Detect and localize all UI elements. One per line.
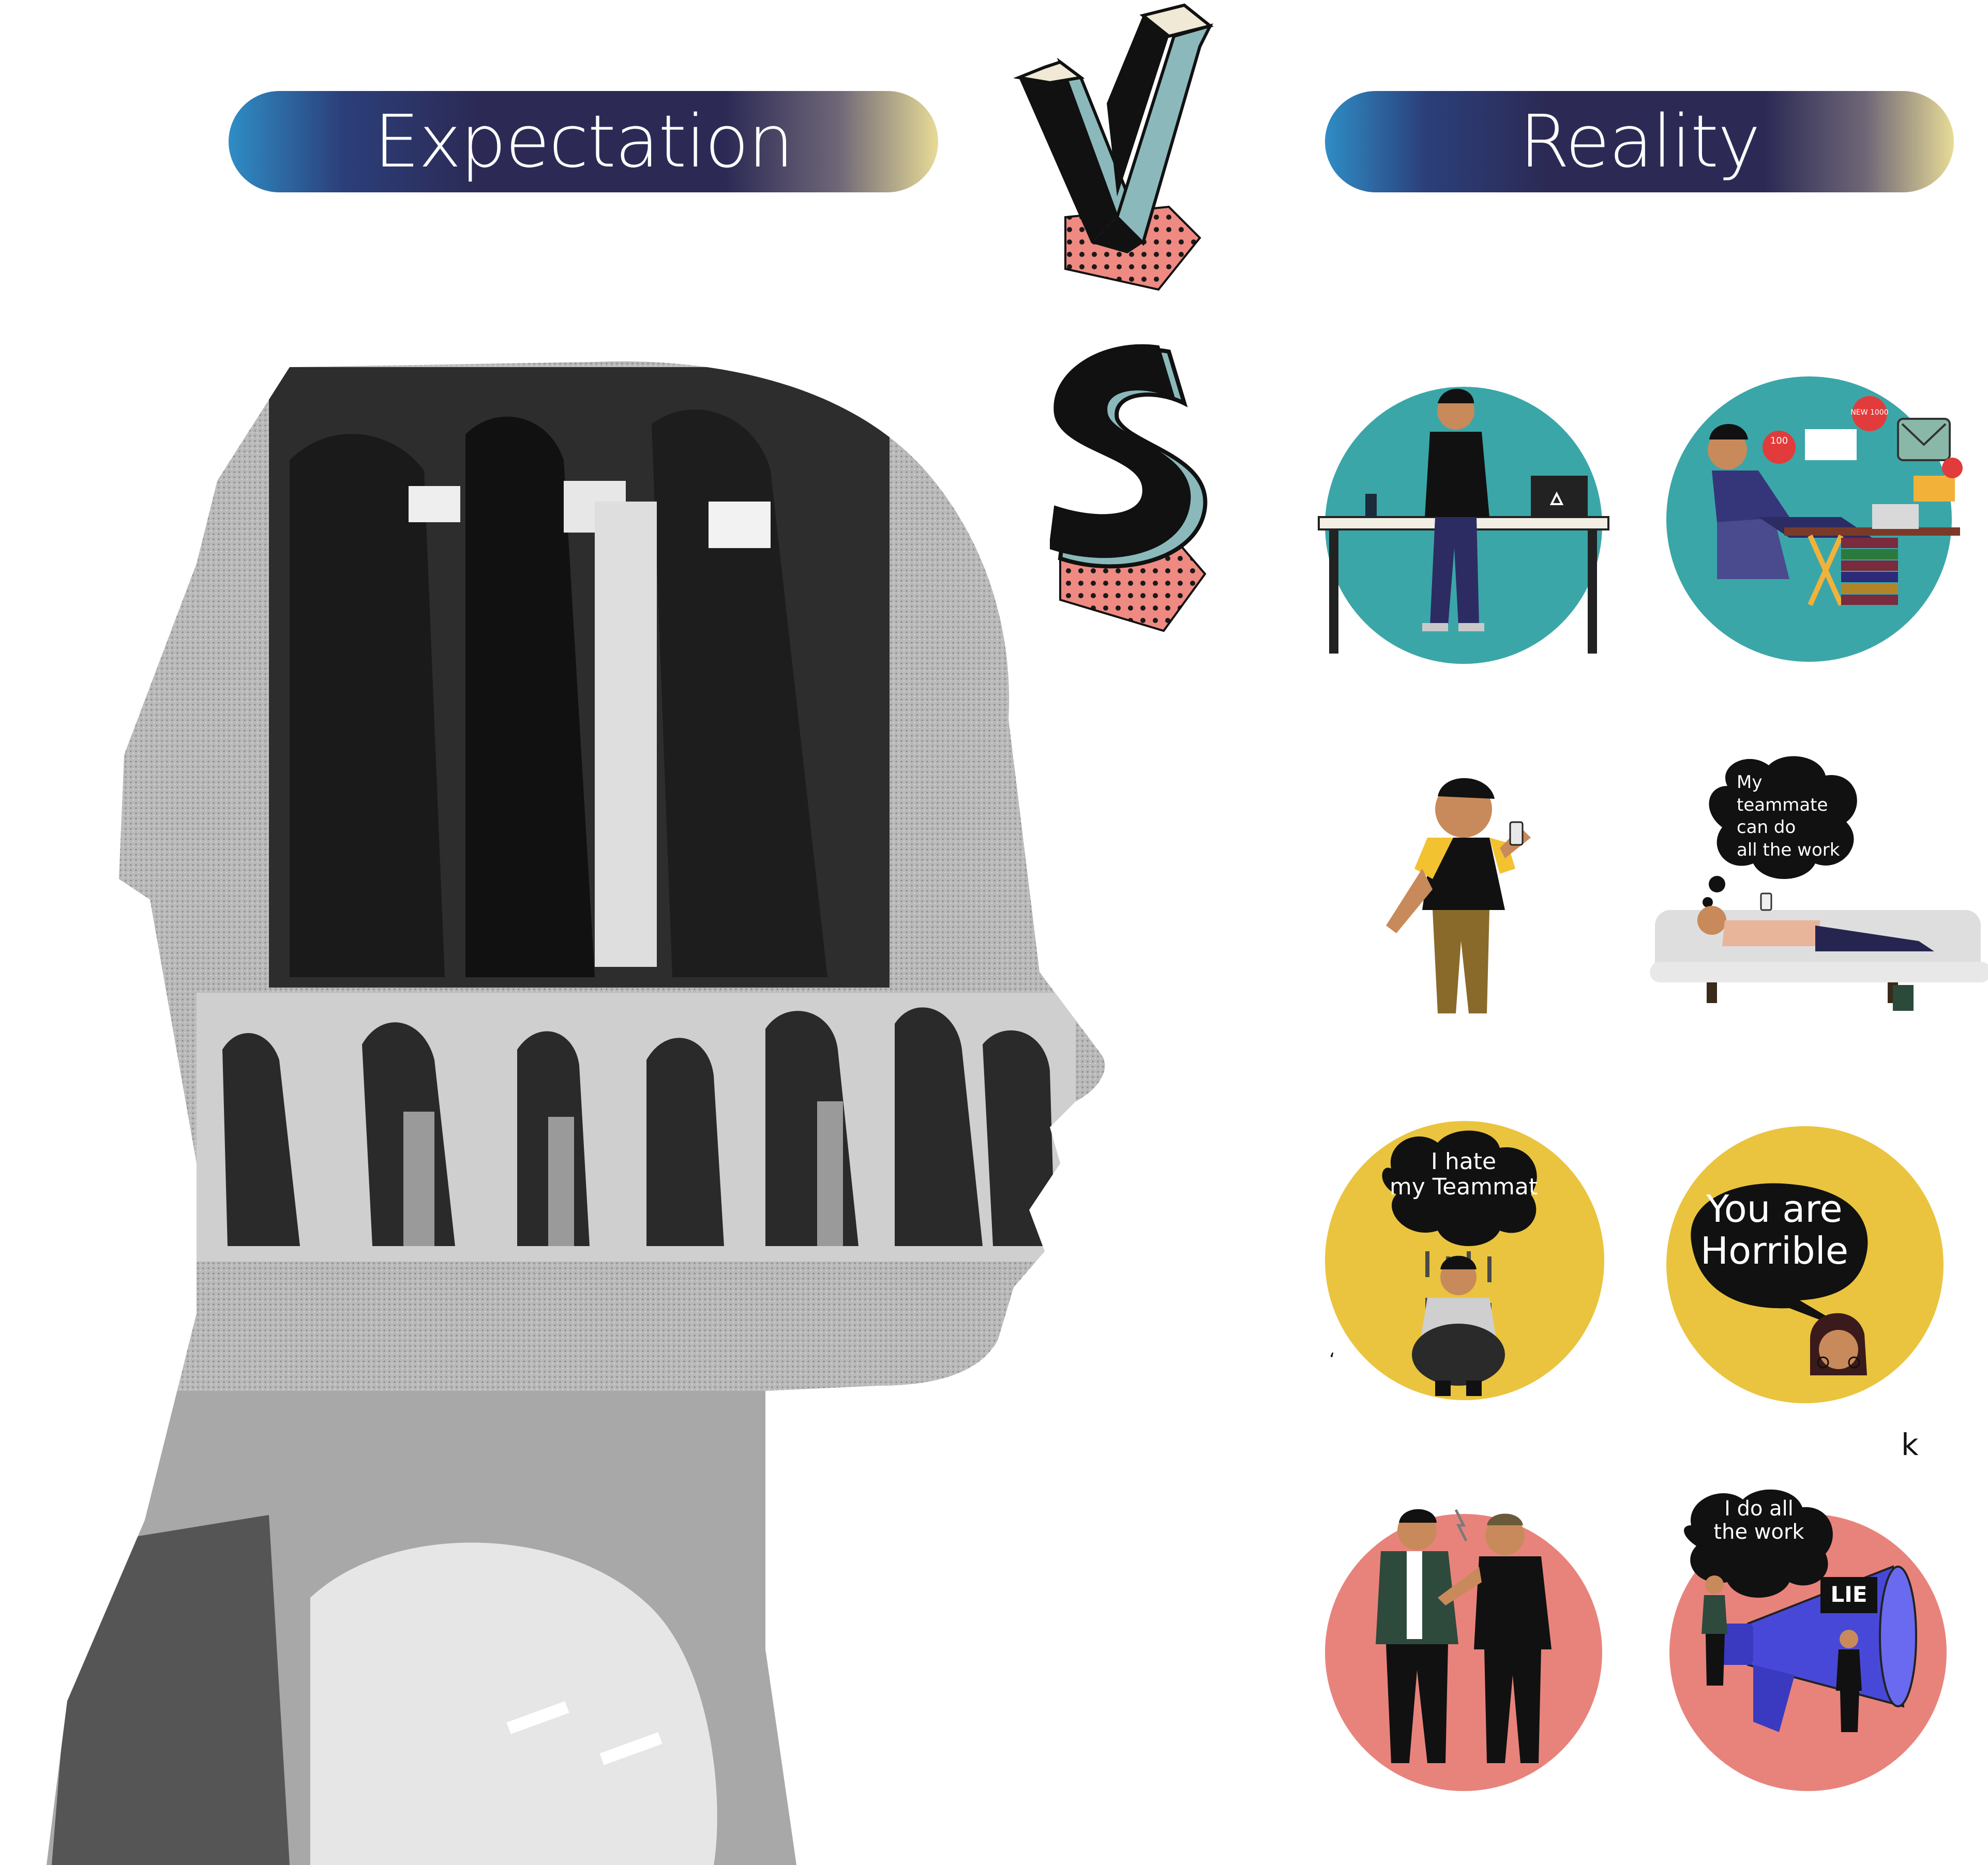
sad-cloud-text: I hate my Teammat xyxy=(1389,1148,1538,1201)
panel-angry-on-phone xyxy=(1386,778,1531,1013)
relaxed-notifications-illustration: 100 NEW 1000 xyxy=(1708,396,1963,606)
vs-letter-v xyxy=(1014,3,1214,291)
expectation-header: Expectation xyxy=(229,91,938,192)
thought-couch-text: My teammate can do all the work xyxy=(1737,772,1840,860)
megaphone-cloud-text: I do all the work xyxy=(1713,1497,1804,1544)
desk-frustrated-illustration xyxy=(1318,388,1609,654)
badge-100: 100 xyxy=(1770,435,1788,446)
arguing-pair-illustration xyxy=(1376,1509,1552,1763)
reality-header: Reality xyxy=(1325,91,1954,192)
stray-letter-k: k xyxy=(1901,1427,1919,1462)
expectation-title: Expectation xyxy=(373,99,794,184)
badge-new-1000: NEW 1000 xyxy=(1850,408,1888,417)
stray-quote-mark: ‘ xyxy=(1329,1350,1335,1371)
lie-sign: LIE xyxy=(1830,1582,1867,1607)
reality-title: Reality xyxy=(1519,99,1760,184)
head-silhouette-collage xyxy=(47,361,1105,1865)
insult-bubble-text: You are Horrible xyxy=(1700,1187,1849,1272)
